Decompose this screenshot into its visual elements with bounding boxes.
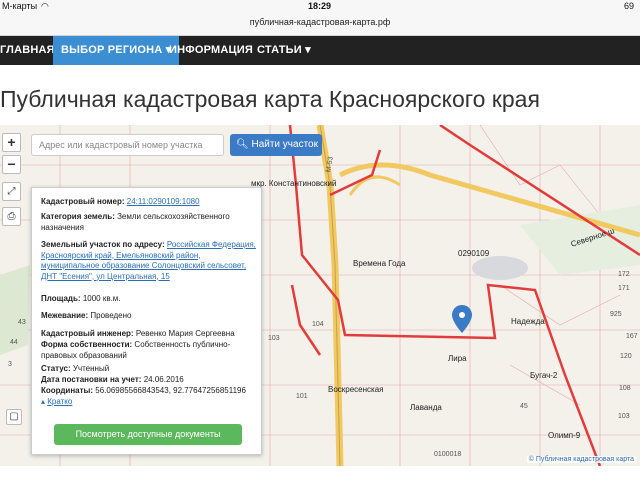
url-text: публичная-кадастровая-карта.рф	[249, 17, 391, 27]
nav-item-region-label: ВЫБОР РЕГИОНА	[61, 44, 163, 56]
search-icon: 🔍︎	[236, 139, 249, 150]
area-value: 1000 кв.м.	[82, 294, 121, 303]
layers-icon[interactable]: ▢	[6, 409, 22, 425]
map-label-925: 925	[610, 311, 622, 318]
parcel-info-popup: Кадастровый номер: 24:11:0290109:1080 Ка…	[31, 187, 262, 455]
map-label-vremena-goda: Времена Года	[353, 259, 406, 268]
zoom-in-button[interactable]: +	[2, 133, 21, 152]
map-label-108: 108	[619, 385, 631, 392]
view-documents-button[interactable]: Посмотреть доступные документы	[54, 424, 242, 445]
survey-label: Межевание:	[41, 311, 89, 320]
map-label-171: 171	[618, 285, 630, 292]
main-nav: ГЛАВНАЯ ВЫБОР РЕГИОНА ▾ ИНФОРМАЦИЯ СТАТЬ…	[0, 36, 640, 65]
status-value: Учтенный	[72, 364, 110, 373]
wifi-icon: ◠	[41, 1, 49, 11]
map-label-parcel-0290109: 0290109	[458, 249, 490, 258]
carrier-label: М-карты	[2, 1, 38, 11]
map-label-olimp: Олимп-9	[548, 431, 581, 440]
nav-item-articles-label: СТАТЬИ	[257, 44, 302, 56]
cadastral-number-label: Кадастровый номер:	[41, 197, 125, 206]
map-label-bugach: Бугач-2	[530, 371, 558, 380]
status-row: Статус: Учтенный	[41, 364, 259, 375]
engineer-label: Кадастровый инженер:	[41, 329, 134, 338]
nav-item-info[interactable]: ИНФОРМАЦИЯ	[169, 36, 253, 65]
map-label-120: 120	[620, 353, 632, 360]
map-label-103: 103	[268, 335, 280, 342]
print-icon[interactable]: ⎙	[2, 207, 21, 226]
map-label-voskresenskaya: Воскресенская	[328, 385, 384, 394]
collapse-link[interactable]: Кратко	[47, 397, 72, 406]
map-label-nadezhda: Надежда	[511, 317, 545, 326]
map-label-172: 172	[618, 271, 630, 278]
coordinates-row: Координаты: 56.06985566843543, 92.776472…	[41, 386, 259, 397]
land-category-row: Категория земель: Земли сельскохозяйстве…	[41, 212, 259, 233]
map-label-43: 43	[18, 319, 26, 326]
cadastral-number-link[interactable]: 24:11:0290109:1080	[127, 197, 200, 206]
ownership-label: Форма собственности:	[41, 340, 133, 349]
nav-item-home[interactable]: ГЛАВНАЯ	[0, 36, 55, 65]
cadastral-number-row: Кадастровый номер: 24:11:0290109:1080	[41, 197, 259, 208]
chevron-up-icon: ▴	[41, 397, 46, 406]
page-title: Публичная кадастровая карта Красноярског…	[0, 86, 540, 112]
map-label-lavanda: Лаванда	[410, 403, 442, 412]
map-label-104: 104	[312, 321, 324, 328]
map-label-village: мкр. Константиновский	[251, 179, 337, 188]
engineer-value: Ревенко Мария Сергеевна	[135, 329, 235, 338]
engineer-row: Кадастровый инженер: Ревенко Мария Серге…	[41, 329, 259, 340]
status-bar: М-карты ◠ 18:29 69	[0, 0, 640, 14]
nav-item-region[interactable]: ВЫБОР РЕГИОНА ▾	[53, 36, 180, 65]
registration-date-row: Дата постановки на учет: 24.06.2016	[41, 375, 259, 386]
survey-value: Проведено	[90, 311, 132, 320]
nav-item-articles[interactable]: СТАТЬИ ▾	[257, 36, 311, 65]
browser-url-bar[interactable]: публичная-кадастровая-карта.рф	[0, 14, 640, 36]
battery-level: 69	[624, 1, 635, 11]
address-label: Земельный участок по адресу:	[41, 240, 165, 249]
find-parcel-button[interactable]: 🔍︎ Найти участок	[230, 134, 322, 156]
clock: 18:29	[308, 1, 332, 11]
survey-row: Межевание: Проведено	[41, 311, 259, 322]
map-label-lira: Лира	[448, 354, 467, 363]
find-parcel-label: Найти участок	[251, 139, 318, 150]
map-label-3: 3	[8, 361, 12, 368]
address-row: Земельный участок по адресу: Российская …	[41, 240, 259, 282]
registration-date-value: 24.06.2016	[143, 375, 184, 384]
map-label-45: 45	[520, 403, 528, 410]
map-label-parcel-0100018: 0100018	[434, 451, 462, 458]
area-row: Площадь: 1000 кв.м.	[41, 294, 259, 305]
map-label-167: 167	[626, 333, 638, 340]
collapse-row: ▴ Кратко	[41, 397, 259, 408]
chevron-down-icon: ▾	[305, 44, 311, 56]
map-label-44: 44	[10, 339, 18, 346]
zoom-out-button[interactable]: −	[2, 155, 21, 174]
search-input[interactable]	[31, 134, 224, 156]
land-category-label: Категория земель:	[41, 212, 115, 221]
coordinates-value: 56.06985566843543, 92.77647256851196	[95, 386, 246, 395]
area-label: Площадь:	[41, 294, 81, 303]
map-label-103b: 103	[618, 413, 630, 420]
registration-date-label: Дата постановки на учет:	[41, 375, 142, 384]
coordinates-label: Координаты:	[41, 386, 94, 395]
map-label-101: 101	[296, 393, 308, 400]
fullscreen-icon[interactable]: ⤢	[2, 182, 21, 201]
status-label: Статус:	[41, 364, 71, 373]
map-attribution[interactable]: © Публичная кадастровая карта	[526, 456, 636, 463]
ownership-row: Форма собственности: Собственность публи…	[41, 340, 259, 361]
